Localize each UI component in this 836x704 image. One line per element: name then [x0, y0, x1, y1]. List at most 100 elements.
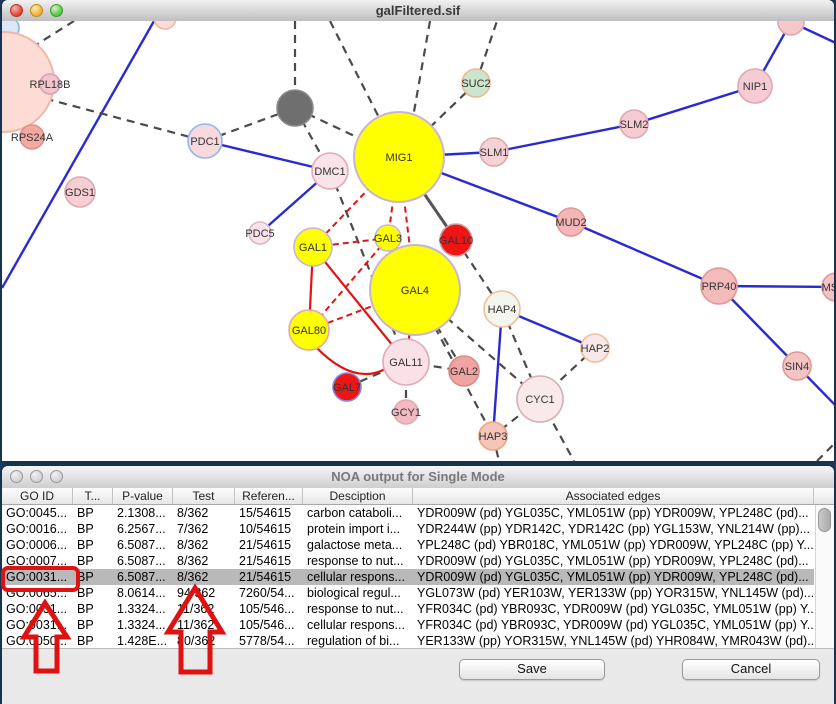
table-cell[interactable]: response to nut...	[303, 553, 413, 569]
network-node-NIP1[interactable]: NIP1	[738, 69, 772, 103]
network-node-GAL1[interactable]: GAL1	[294, 228, 332, 266]
table-cell[interactable]: GO:0007...	[2, 553, 73, 569]
table-cell[interactable]: YPL248C (pd) YBR018C, YML051W (pp) YDR00…	[413, 537, 814, 553]
table-cell[interactable]: 94/362	[173, 585, 235, 601]
network-node-SUC2[interactable]: SUC2	[461, 69, 490, 97]
table-cell[interactable]: carbon cataboli...	[303, 505, 413, 521]
network-node-HAP2[interactable]: HAP2	[581, 334, 610, 362]
network-node-GAL3[interactable]: GAL3	[374, 225, 402, 251]
edge-pd-dashed[interactable]	[817, 440, 834, 461]
edge-pp[interactable]	[494, 124, 634, 152]
noa-titlebar[interactable]: NOA output for Single Mode	[2, 466, 834, 489]
table-cell[interactable]: YFR034C (pd) YBR093C, YDR009W (pd) YGL03…	[413, 601, 814, 617]
table-cell[interactable]: YFR034C (pd) YBR093C, YDR009W (pd) YGL03…	[413, 617, 814, 633]
table-cell[interactable]: 80/362	[173, 633, 235, 648]
network-node-topright[interactable]	[778, 21, 804, 35]
edge-pp[interactable]	[205, 141, 330, 171]
table-cell[interactable]: 10/54615	[235, 521, 303, 537]
table-cell[interactable]: 7/362	[173, 521, 235, 537]
table-cell[interactable]: BP	[73, 553, 113, 569]
network-node-GAL10[interactable]: GAL10	[439, 224, 473, 256]
table-cell[interactable]: BP	[73, 617, 113, 633]
table-cell[interactable]: 15/54615	[235, 505, 303, 521]
table-cell[interactable]: 1.428E...	[113, 633, 173, 648]
table-cell[interactable]: 6.2567...	[113, 521, 173, 537]
network-node-CYC1[interactable]: CYC1	[517, 376, 563, 422]
table-cell[interactable]: YER133W (pp) YOR315W, YNL145W (pd) YHR08…	[413, 633, 814, 648]
network-node-GAL2[interactable]: GAL2	[449, 356, 479, 386]
column-header-referen-[interactable]: Referen...	[235, 488, 303, 504]
table-cell[interactable]: regulation of bi...	[303, 633, 413, 648]
table-row[interactable]: GO:0045...BP2.1308...8/36215/54615carbon…	[2, 505, 814, 521]
table-cell[interactable]: YDR009W (pd) YGL035C, YML051W (pp) YDR00…	[413, 553, 814, 569]
table-cell[interactable]: 105/546...	[235, 601, 303, 617]
table-cell[interactable]: YGL073W (pd) YER103W, YER133W (pp) YOR31…	[413, 585, 814, 601]
table-cell[interactable]: GO:0045...	[2, 505, 73, 521]
table-cell[interactable]: 11/362	[173, 617, 235, 633]
table-cell[interactable]: galactose meta...	[303, 537, 413, 553]
table-cell[interactable]: 5778/54...	[235, 633, 303, 648]
table-cell[interactable]: YDR009W (pd) YGL035C, YML051W (pp) YDR00…	[413, 569, 814, 585]
network-node-MIG1[interactable]: MIG1	[354, 112, 444, 202]
table-cell[interactable]: 8/362	[173, 505, 235, 521]
table-cell[interactable]: 8.0614...	[113, 585, 173, 601]
table-cell[interactable]: BP	[73, 521, 113, 537]
column-header-associated-edges[interactable]: Associated edges	[413, 488, 814, 504]
edge-pd-dashed[interactable]	[32, 95, 205, 141]
scrollbar-thumb[interactable]	[818, 508, 831, 532]
edge-pp[interactable]	[571, 222, 719, 286]
network-canvas[interactable]: RPL18BRPS24AGDS1PDC1MIG1DMC1SUC2SLM1SLM2…	[2, 21, 834, 461]
network-titlebar[interactable]: galFiltered.sif	[2, 0, 834, 22]
table-cell[interactable]: GO:0031...	[2, 601, 73, 617]
table-cell[interactable]: 8/362	[173, 537, 235, 553]
table-cell[interactable]: GO:0006...	[2, 537, 73, 553]
network-node-PRP40[interactable]: PRP40	[701, 268, 737, 304]
edge-pp[interactable]	[493, 309, 502, 436]
table-cell[interactable]: GO:0065...	[2, 585, 73, 601]
network-node-DMC1[interactable]: DMC1	[312, 153, 348, 189]
network-node-GAL80[interactable]: GAL80	[289, 310, 329, 350]
table-row[interactable]: GO:0007...BP6.5087...8/36221/54615respon…	[2, 553, 814, 569]
column-header-test[interactable]: Test	[173, 488, 235, 504]
network-node-HAP4[interactable]: HAP4	[484, 291, 520, 327]
table-cell[interactable]: 1.3324...	[113, 601, 173, 617]
table-cell[interactable]: BP	[73, 585, 113, 601]
network-node-MSL1[interactable]: MSL1	[822, 273, 834, 301]
table-cell[interactable]: protein import i...	[303, 521, 413, 537]
table-cell[interactable]: 2.1308...	[113, 505, 173, 521]
table-cell[interactable]: 6.5087...	[113, 537, 173, 553]
table-cell[interactable]: 1.3324...	[113, 617, 173, 633]
network-graph[interactable]: RPL18BRPS24AGDS1PDC1MIG1DMC1SUC2SLM1SLM2…	[2, 21, 834, 461]
table-header-row[interactable]: GO IDT...P-valueTestReferen...Desciption…	[2, 488, 834, 505]
table-cell[interactable]: 8/362	[173, 569, 235, 585]
table-row[interactable]: GO:0016...BP6.2567...7/36210/54615protei…	[2, 521, 814, 537]
table-cell[interactable]: GO:0031...	[2, 617, 73, 633]
column-header-desciption[interactable]: Desciption	[303, 488, 413, 504]
vertical-scrollbar[interactable]	[815, 505, 833, 648]
table-cell[interactable]: GO:0050...	[2, 633, 73, 648]
edge-highlighted-arc[interactable]	[315, 346, 387, 374]
edge-pp[interactable]	[634, 86, 755, 124]
table-cell[interactable]: cellular respons...	[303, 569, 413, 585]
network-node-GAL11[interactable]: GAL11	[383, 339, 429, 385]
table-cell[interactable]: 21/54615	[235, 537, 303, 553]
table-cell[interactable]: 105/546...	[235, 617, 303, 633]
network-node-MUD2[interactable]: MUD2	[555, 208, 586, 236]
network-node-SLM1[interactable]: SLM1	[480, 138, 509, 166]
network-node-SIN4[interactable]: SIN4	[783, 352, 811, 380]
column-header-go-id[interactable]: GO ID	[2, 488, 73, 504]
table-cell[interactable]: 6.5087...	[113, 553, 173, 569]
table-cell[interactable]: BP	[73, 505, 113, 521]
table-cell[interactable]: 6.5087...	[113, 569, 173, 585]
network-node-GAL7[interactable]: GAL7	[333, 373, 361, 401]
table-cell[interactable]: 8/362	[173, 553, 235, 569]
network-node-SLM2[interactable]: SLM2	[620, 110, 649, 138]
table-cell[interactable]: BP	[73, 537, 113, 553]
table-cell[interactable]: GO:0031...	[2, 569, 73, 585]
network-node-HAP3[interactable]: HAP3	[479, 422, 508, 450]
table-cell[interactable]: 7260/54...	[235, 585, 303, 601]
table-cell[interactable]: BP	[73, 601, 113, 617]
network-node-GAL4[interactable]: GAL4	[370, 245, 460, 335]
save-button[interactable]: Save	[459, 659, 605, 680]
column-header-t-[interactable]: T...	[73, 488, 113, 504]
